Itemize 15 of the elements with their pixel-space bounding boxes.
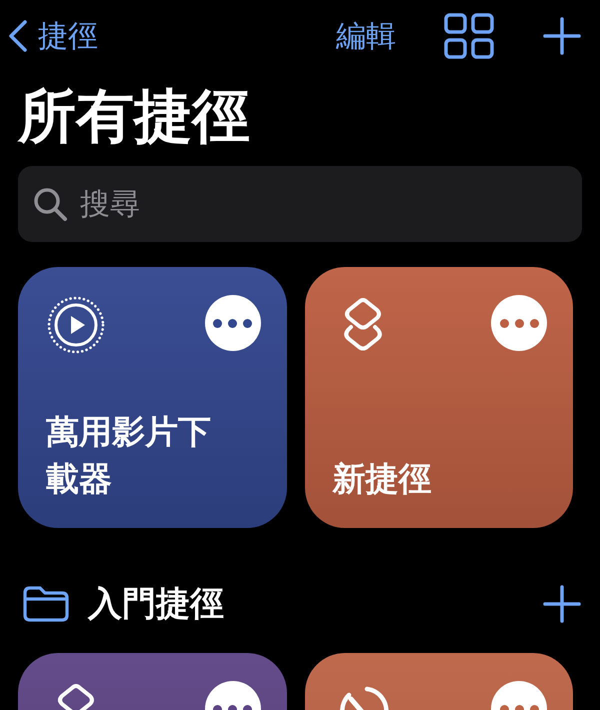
edit-button[interactable]: 編輯 <box>336 16 396 56</box>
shortcut-card[interactable]: 新捷徑 <box>304 267 573 528</box>
play-icon <box>46 295 106 355</box>
section-title: 入門捷徑 <box>88 583 225 626</box>
shortcut-card[interactable]: 萬用影片下載器 <box>18 267 286 528</box>
card-title: 新捷徑 <box>332 458 432 500</box>
page-title: 所有捷徑 <box>18 81 251 152</box>
search-field[interactable]: 搜尋 <box>18 166 582 242</box>
add-button[interactable] <box>542 16 582 56</box>
folder-icon <box>22 585 70 623</box>
chevron-icon <box>8 19 28 53</box>
card-title: 萬用影片下載器 <box>46 411 212 500</box>
back-button[interactable]: 捷徑 <box>8 16 98 56</box>
grid-view-button[interactable] <box>444 13 494 59</box>
add-button[interactable] <box>542 584 582 624</box>
